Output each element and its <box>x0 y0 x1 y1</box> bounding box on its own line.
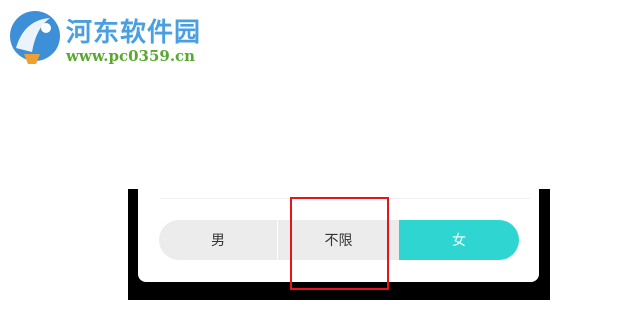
page: 河东软件园 www.pc0359.cn 男 不限 女 <box>0 0 643 335</box>
watermark-logo-icon <box>10 11 60 64</box>
highlight-box <box>290 197 389 290</box>
watermark: 河东软件园 www.pc0359.cn <box>6 8 236 70</box>
watermark-url: www.pc0359.cn <box>66 47 196 65</box>
gender-option-male[interactable]: 男 <box>159 220 277 260</box>
gender-option-female[interactable]: 女 <box>399 220 519 260</box>
watermark-title: 河东软件园 <box>66 18 202 48</box>
